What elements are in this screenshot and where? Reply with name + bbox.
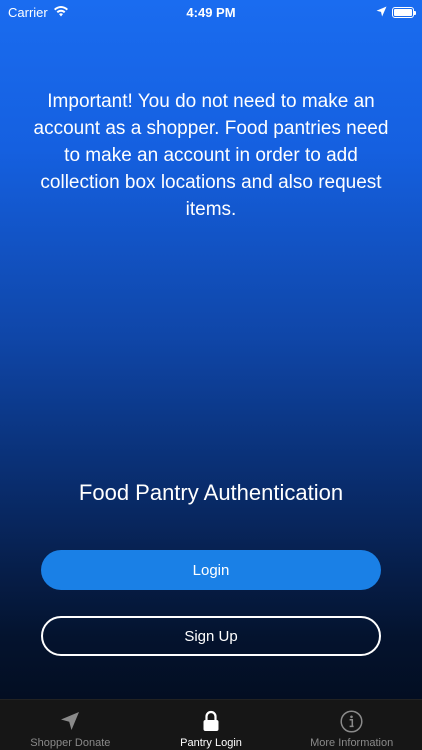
- tab-label: Shopper Donate: [30, 737, 111, 749]
- tab-label: More Information: [310, 737, 394, 749]
- screen: Carrier 4:49 PM Important! You do not ne…: [0, 0, 422, 750]
- location-services-icon: [376, 5, 387, 20]
- tab-more-information[interactable]: More Information: [281, 700, 422, 750]
- signup-button[interactable]: Sign Up: [41, 616, 381, 656]
- login-button[interactable]: Login: [41, 550, 381, 590]
- tab-shopper-donate[interactable]: Shopper Donate: [0, 700, 141, 750]
- battery-icon: [392, 6, 416, 18]
- lock-icon: [202, 709, 220, 733]
- battery-fill: [394, 8, 412, 16]
- carrier-label: Carrier: [8, 4, 48, 20]
- tab-bar: Shopper Donate Pantry Login More Informa…: [0, 699, 422, 750]
- status-right: [376, 5, 416, 20]
- tab-pantry-login[interactable]: Pantry Login: [141, 700, 282, 750]
- tab-label: Pantry Login: [180, 737, 242, 749]
- auth-title: Food Pantry Authentication: [78, 480, 344, 505]
- wifi-icon: [53, 5, 69, 20]
- shopper-notice-text: Important! You do not need to make an ac…: [33, 91, 389, 220]
- status-left: Carrier: [8, 5, 69, 20]
- status-bar: Carrier 4:49 PM: [0, 0, 422, 24]
- status-time: 4:49 PM: [186, 4, 236, 20]
- info-icon: [340, 709, 363, 733]
- location-arrow-icon: [59, 709, 81, 733]
